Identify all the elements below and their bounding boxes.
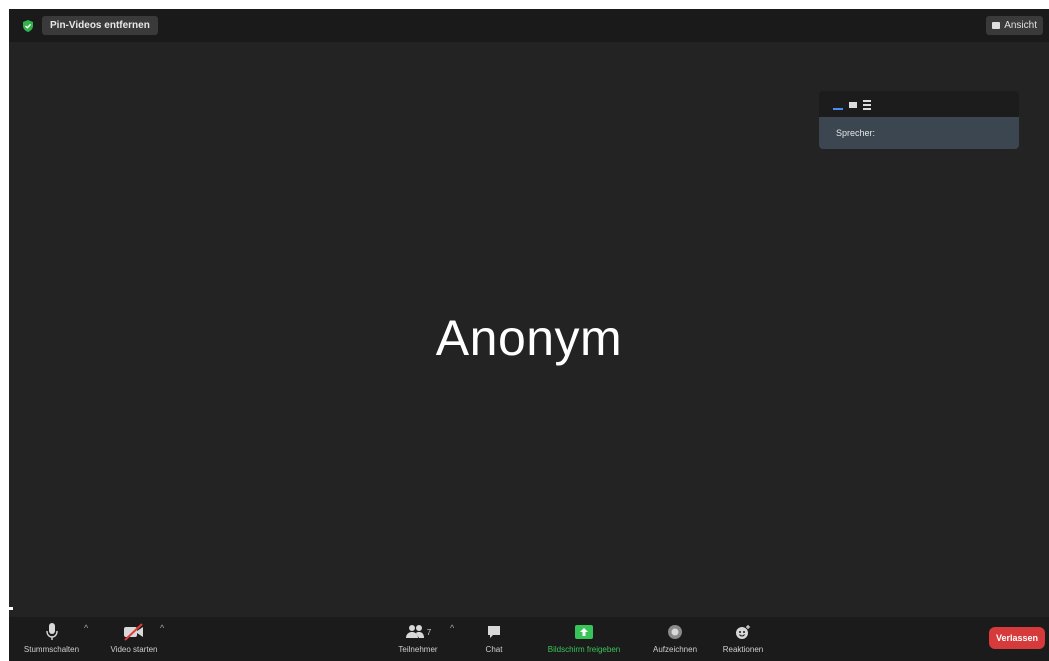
reactions-emoji-icon xyxy=(736,625,750,639)
mute-button[interactable]: Stummschalten xyxy=(9,621,94,654)
share-screen-button[interactable]: Bildschirm freigeben xyxy=(534,621,634,654)
reactions-label: Reaktionen xyxy=(722,645,764,654)
mute-label: Stummschalten xyxy=(23,645,80,654)
list-view-icon[interactable] xyxy=(863,100,871,110)
minimize-view-icon[interactable] xyxy=(833,108,843,110)
top-bar: Pin-Videos entfernen Ansicht xyxy=(9,9,1049,42)
video-options-caret-icon[interactable]: ^ xyxy=(160,623,164,633)
strip-view-icon[interactable] xyxy=(849,102,857,108)
remove-pinned-videos-label: Pin-Videos entfernen xyxy=(50,20,150,31)
record-button[interactable]: Aufzeichnen xyxy=(645,621,705,654)
speaker-view-option[interactable]: Sprecher: xyxy=(819,117,1019,149)
chat-button[interactable]: Chat xyxy=(479,621,509,654)
leave-meeting-label: Verlassen xyxy=(995,633,1038,643)
microphone-icon xyxy=(45,623,58,640)
share-screen-label: Bildschirm freigeben xyxy=(547,645,621,654)
start-video-label: Video starten xyxy=(110,645,158,654)
reactions-button[interactable]: Reaktionen xyxy=(715,621,771,654)
participants-count: 7 xyxy=(426,627,432,637)
leave-meeting-button[interactable]: Verlassen xyxy=(988,627,1045,649)
participants-button[interactable]: 7 Teilnehmer xyxy=(387,621,449,654)
meeting-toolbar: Stummschalten ^ Video starten ^ 7 Teilne… xyxy=(9,617,1049,661)
view-button[interactable]: Ansicht xyxy=(986,16,1043,35)
video-off-icon xyxy=(124,623,143,641)
record-label: Aufzeichnen xyxy=(652,645,698,654)
active-speaker-name: Anonym xyxy=(435,310,623,366)
share-screen-icon xyxy=(575,625,593,639)
remove-pinned-videos-button[interactable]: Pin-Videos entfernen xyxy=(42,16,158,35)
participants-options-caret-icon[interactable]: ^ xyxy=(450,623,454,633)
view-label: Ansicht xyxy=(1004,20,1037,31)
security-shield-icon[interactable] xyxy=(22,19,34,32)
participants-icon xyxy=(405,625,424,638)
chat-icon xyxy=(488,626,500,638)
audio-options-caret-icon[interactable]: ^ xyxy=(84,623,88,633)
start-video-button[interactable]: Video starten xyxy=(99,621,169,654)
view-options-panel: Sprecher: xyxy=(819,91,1019,149)
speaker-view-label: Sprecher: xyxy=(836,128,876,138)
view-mode-icons xyxy=(833,98,871,112)
participants-label: Teilnehmer xyxy=(398,645,438,654)
corner-marker xyxy=(9,607,13,610)
meeting-window: Pin-Videos entfernen Ansicht Anonym Spre… xyxy=(9,9,1049,661)
record-icon xyxy=(668,625,682,639)
view-grid-icon xyxy=(992,22,1001,29)
chat-label: Chat xyxy=(485,645,503,654)
